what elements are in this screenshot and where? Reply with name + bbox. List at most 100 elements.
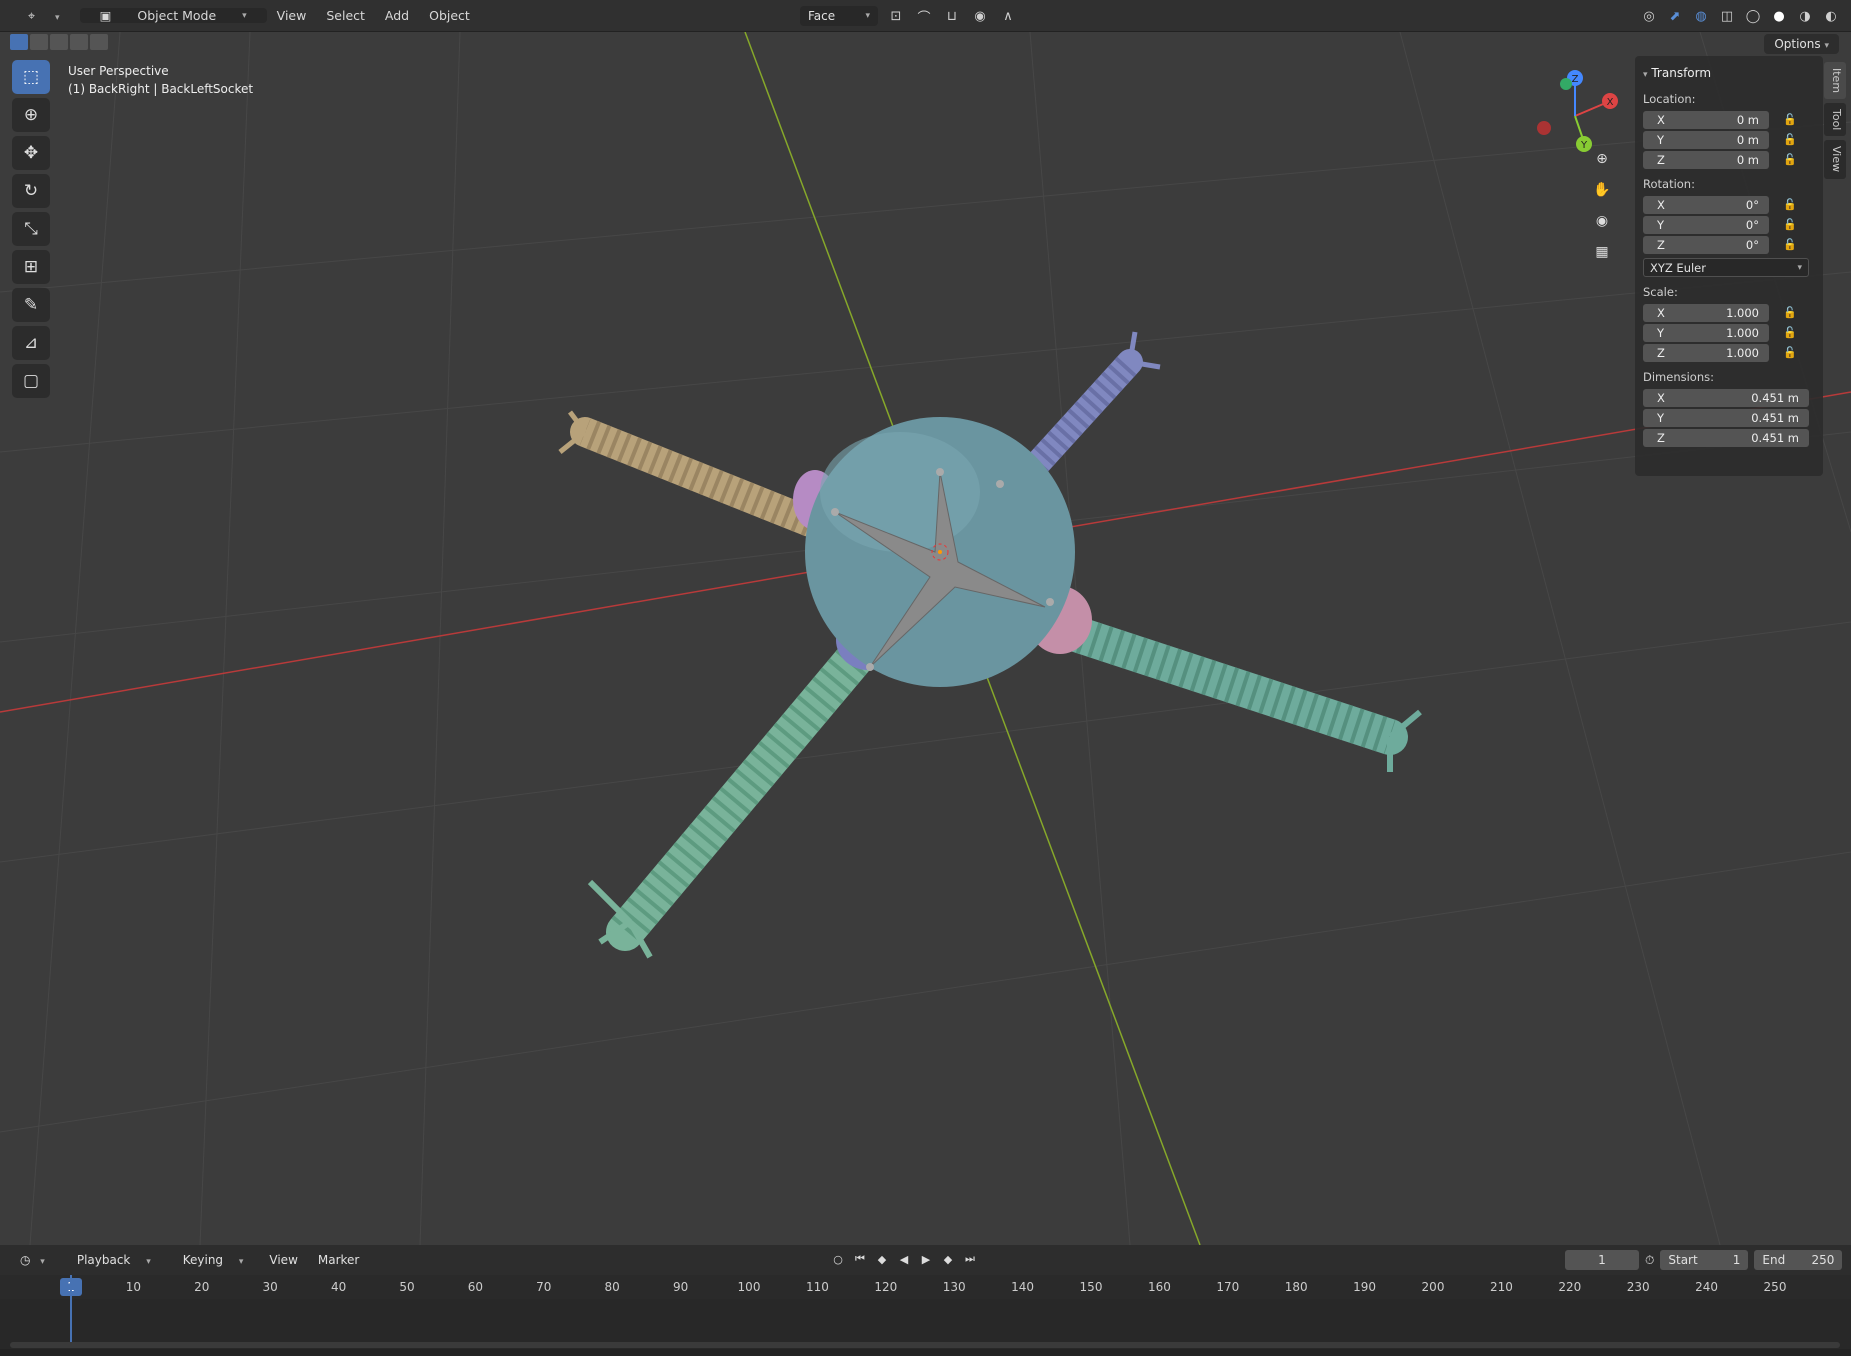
menu-timeline-view[interactable]: View [263,1253,303,1267]
play-reverse-icon[interactable]: ◀ [896,1250,912,1268]
timeline-editor-type-icon[interactable]: ◷ ▾ [14,1253,57,1267]
rotate-tool-icon[interactable]: ↻ [12,174,50,208]
record-icon[interactable]: ○ [830,1250,846,1268]
tab-tool[interactable]: Tool [1824,103,1846,137]
rotation-z-field[interactable]: Z 0° [1643,235,1769,254]
rotation-mode-dropdown[interactable]: XYZ Euler ▾ [1643,258,1809,277]
select-extend-icon[interactable] [30,34,48,50]
rendered-shading-icon[interactable]: ◐ [1821,6,1841,26]
overlay-toggle-icon[interactable]: ◍ [1691,6,1711,26]
menu-playback[interactable]: Playback ▾ [65,1253,163,1267]
gizmo-neg-y-icon[interactable] [1560,78,1572,90]
editor-type-button[interactable]: ⌖ ▾ [8,8,80,24]
next-keyframe-icon[interactable]: ◆ [940,1250,956,1268]
cursor-tool-icon[interactable]: ⊕ [12,98,50,132]
rotation-y-field[interactable]: Y 0° [1643,215,1769,234]
play-icon[interactable]: ▶ [918,1250,934,1268]
current-frame-field[interactable]: 1 [1565,1250,1639,1270]
menu-view[interactable]: View [267,8,317,23]
dimensions-z-value: 0.451 m [1751,430,1799,445]
orientation-dropdown[interactable]: Face ▾ [800,6,878,26]
transform-panel-header[interactable]: ▾ Transform [1643,66,1815,80]
jump-end-icon[interactable]: ⏭ [962,1250,978,1268]
jump-start-icon[interactable]: ⏮ [852,1250,868,1268]
current-frame-value: 1 [1598,1253,1606,1267]
lock-icon[interactable]: 🔓 [1783,153,1799,166]
snap-icon[interactable]: ⌒ [914,6,934,26]
gizmo-toggle-icon[interactable]: ⬈ [1665,6,1685,26]
scale-x-field[interactable]: X 1.000 [1643,303,1769,322]
scale-tool-icon[interactable]: ⤡ [12,212,50,246]
chevron-down-icon: ▾ [1824,41,1829,51]
dimensions-x-field[interactable]: X 0.451 m [1643,388,1809,407]
playback-controls: ○ ⏮ ◆ ◀ ▶ ◆ ⏭ [830,1250,978,1268]
solid-shading-icon[interactable]: ● [1769,6,1789,26]
snap-target-icon[interactable]: ⊔ [942,6,962,26]
falloff-icon[interactable]: ∧ [998,6,1018,26]
add-cube-tool-icon[interactable]: ▢ [12,364,50,398]
zoom-icon[interactable]: ⊕ [1590,148,1614,170]
location-y-field[interactable]: Y 0 m [1643,130,1769,149]
measure-tool-icon[interactable]: ⊿ [12,326,50,360]
select-intersect-icon[interactable] [70,34,88,50]
menu-keying[interactable]: Keying ▾ [171,1253,256,1267]
pan-hand-icon[interactable]: ✋ [1590,179,1614,201]
visibility-icon[interactable]: ◎ [1639,6,1659,26]
playhead[interactable] [70,1275,72,1347]
chevron-down-icon: ▾ [865,11,870,21]
stopwatch-icon[interactable]: ⏱ [1645,1253,1654,1268]
ortho-grid-icon[interactable]: ▦ [1590,241,1614,263]
xray-icon[interactable]: ◫ [1717,6,1737,26]
lock-icon[interactable]: 🔓 [1783,218,1799,231]
lock-icon[interactable]: 🔓 [1783,133,1799,146]
dimensions-z-field[interactable]: Z 0.451 m [1643,428,1809,447]
gizmo-neg-x-icon[interactable] [1537,121,1551,135]
menu-marker[interactable]: Marker [312,1253,365,1267]
pivot-icon[interactable]: ⊡ [886,6,906,26]
location-label: Location: [1643,92,1696,106]
annotate-tool-icon[interactable]: ✎ [12,288,50,322]
lock-icon[interactable]: 🔓 [1783,306,1799,319]
menu-add[interactable]: Add [375,8,419,23]
dimensions-y-field[interactable]: Y 0.451 m [1643,408,1809,427]
menu-select[interactable]: Select [316,8,375,23]
object-info-label: (1) BackRight | BackLeftSocket [68,82,254,96]
frame-ruler[interactable]: 1 10203040506070809010011012013014015016… [0,1275,1851,1299]
lock-icon[interactable]: 🔓 [1783,238,1799,251]
location-z-field[interactable]: Z 0 m [1643,150,1769,169]
end-label: End [1762,1253,1786,1267]
axis-label: Y [1657,325,1665,340]
prev-keyframe-icon[interactable]: ◆ [874,1250,890,1268]
select-invert-icon[interactable] [90,34,108,50]
mode-dropdown[interactable]: ▣ Object Mode ▾ [79,8,267,23]
tab-item[interactable]: Item [1824,62,1846,100]
location-x-field[interactable]: X 0 m [1643,110,1769,129]
wireframe-shading-icon[interactable]: ◯ [1743,6,1763,26]
material-shading-icon[interactable]: ◑ [1795,6,1815,26]
lock-icon[interactable]: 🔓 [1783,198,1799,211]
scale-y-field[interactable]: Y 1.000 [1643,323,1769,342]
start-frame-field[interactable]: Start 1 [1660,1250,1749,1270]
select-box-tool-icon[interactable]: ⬚ [12,60,50,94]
lock-icon[interactable]: 🔓 [1783,113,1799,126]
select-new-icon[interactable] [10,34,28,50]
rotation-mode-label: XYZ Euler [1650,260,1706,275]
rotation-x-field[interactable]: X 0° [1643,195,1769,214]
timeline-menus: ◷ ▾ Playback ▾ Keying ▾ View Marker [0,1253,365,1267]
timeline-scrollbar[interactable] [10,1342,1840,1348]
select-subtract-icon[interactable] [50,34,68,50]
navigation-gizmo[interactable]: X Z Y [1530,68,1620,158]
lock-icon[interactable]: 🔓 [1783,346,1799,359]
tab-view[interactable]: View [1824,140,1846,179]
transform-tool-icon[interactable]: ⊞ [12,250,50,284]
menu-object[interactable]: Object [419,8,480,23]
move-tool-icon[interactable]: ✥ [12,136,50,170]
frame-tick: 150 [1079,1280,1103,1294]
proportional-edit-icon[interactable]: ◉ [970,6,990,26]
end-frame-field[interactable]: End 250 [1754,1250,1843,1270]
scale-z-field[interactable]: Z 1.000 [1643,343,1769,362]
camera-view-icon[interactable]: ◉ [1590,210,1614,232]
lock-icon[interactable]: 🔓 [1783,326,1799,339]
options-button[interactable]: Options ▾ [1764,34,1839,54]
3d-viewport[interactable]: ⬚ ⊕ ✥ ↻ ⤡ ⊞ ✎ ⊿ ▢ User Perspective (1) B… [0,32,1851,1245]
